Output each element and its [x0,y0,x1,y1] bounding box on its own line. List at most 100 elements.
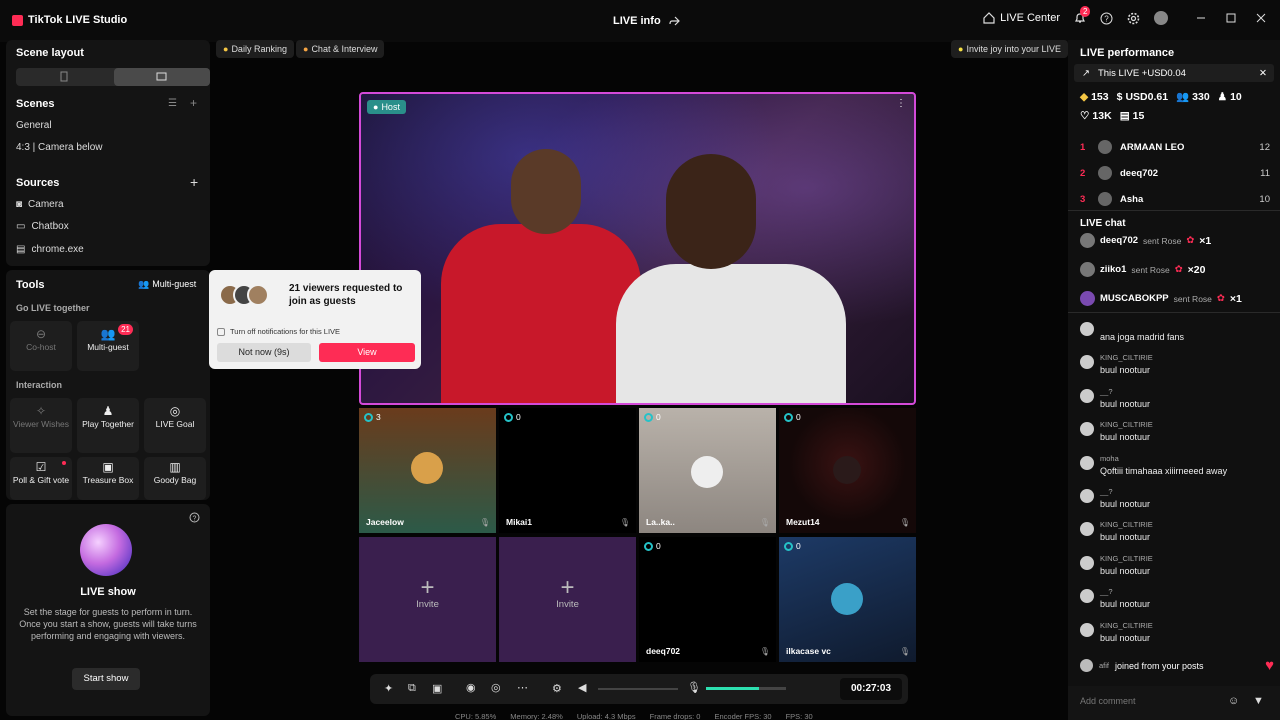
add-comment-input[interactable]: Add comment [1080,696,1136,706]
source-chatbox[interactable]: ▭ Chatbox [16,221,69,232]
landscape-option[interactable] [114,68,210,86]
mic-level-slider[interactable] [706,687,786,690]
avatar [1098,192,1112,206]
invite-slot[interactable]: + Invite [499,537,636,662]
guest-tile[interactable]: 3 Jaceelow 🎙 [359,408,496,533]
screen-icon[interactable]: ▣ [432,682,442,695]
ranking-row[interactable]: 2 deeq702 11 [1080,166,1270,180]
scenes-title: Scenes [16,98,55,110]
gear-icon[interactable] [1127,12,1140,25]
mic-icon[interactable]: 🎙 [900,647,910,656]
scene-item-general[interactable]: General [16,120,52,131]
scene-item-camera-below[interactable]: 4:3 | Camera below [16,142,103,153]
title-bar: TikTok LIVE Studio LIVE info LIVE Center… [0,0,1280,42]
emoji-icon[interactable]: ☺ [1228,695,1239,707]
avatar [1080,589,1094,604]
bell-icon[interactable]: 2 [1074,6,1091,24]
not-now-button[interactable]: Not now (9s) [217,343,311,362]
app-logo: TikTok LIVE Studio [12,14,127,26]
add-scene-icon[interactable]: + [190,96,197,110]
guest-avatar [691,456,723,488]
speaker-icon[interactable]: ◀ [578,681,586,694]
start-show-button[interactable]: Start show [72,668,140,690]
maximize-icon[interactable] [1226,13,1236,23]
goody-bag-tool[interactable]: ▥ Goody Bag [144,457,206,500]
live-info-button[interactable]: LIVE info [613,15,680,27]
guest-tile[interactable]: 0 La..ka.. 🎙 [639,408,776,533]
landscape-icon [156,72,167,81]
cohost-tool[interactable]: ⊖ Co-host [10,321,72,371]
record-icon[interactable]: ◉ [466,681,476,694]
checkbox[interactable] [217,327,225,336]
avatar[interactable] [1154,11,1168,25]
close-icon[interactable]: ✕ [1259,68,1267,79]
ranking-row[interactable]: 3 Asha 10 [1080,192,1270,206]
new-dot [62,461,66,465]
host-badge: ● Host [367,100,406,114]
help-icon[interactable]: ? [1100,12,1113,25]
right-panel: LIVE performance ↗ This LIVE +USD0.04 ✕ … [1068,40,1280,720]
chat-text: ana joga madrid fans [1100,332,1185,342]
followers-stat: 👥 330 [1176,90,1210,104]
host-video[interactable]: ● Host ⋮ [359,92,916,405]
tiktok-logo-icon [12,14,23,26]
chat-username: KING_CILTIRIE [1100,620,1153,630]
layers-icon[interactable]: ⧉ [408,682,416,695]
treasure-box-tool[interactable]: ▣ Treasure Box [77,457,139,500]
play-together-tool[interactable]: ♟ Play Together [77,398,139,453]
microphone-icon[interactable]: 🎙 [687,681,701,694]
source-camera[interactable]: ◙ Camera [16,199,64,210]
add-source-icon[interactable]: + [190,174,198,190]
daily-ranking-button[interactable]: ● Daily Ranking [216,40,294,58]
turn-off-notifications[interactable]: Turn off notifications for this LIVE [217,327,340,336]
guest-name: Mezut14 [786,517,820,527]
settings-sliders-icon[interactable]: ⚙ [552,682,562,695]
poll-gift-tool[interactable]: ☑ Poll & Gift vote [10,457,72,500]
multiguest-badge: 21 [118,324,133,335]
mic-icon[interactable]: 🎙 [480,518,490,527]
filter-icon[interactable]: ▼ [1253,695,1264,707]
more-icon[interactable]: ⋯ [517,681,528,694]
viewer-wishes-tool[interactable]: ✧ Viewer Wishes [10,398,72,453]
person-icon: ● [373,102,379,112]
guest-tile[interactable]: 0 Mezut14 🎙 [779,408,916,533]
mic-icon[interactable]: 🎙 [760,518,770,527]
mic-icon[interactable]: 🎙 [900,518,910,527]
chat-text: Qoftiii timahaaa xiiirneeed away [1100,465,1228,476]
mic-icon[interactable]: 🎙 [760,647,770,656]
live-goal-tool[interactable]: ◎ LIVE Goal [144,398,206,453]
bag-icon: ▥ [169,460,181,474]
capture-icon[interactable]: ◎ [491,681,501,694]
source-chrome[interactable]: ▤ chrome.exe [16,244,84,255]
help-icon[interactable]: ? [189,512,200,523]
chat-message: ana joga madrid fans [1080,320,1260,350]
chat-username: __? [1100,386,1113,396]
list-icon[interactable]: ☰ [168,98,177,109]
multiguest-tool[interactable]: 👥 Multi-guest 21 [77,321,139,371]
live-center-button[interactable]: LIVE Center [983,12,1060,24]
guest-avatar [833,456,861,484]
invite-joy-button[interactable]: ● Invite joy into your LIVE [951,40,1068,58]
portrait-icon[interactable] [60,71,68,82]
volume-slider[interactable] [598,688,678,690]
sources-title: Sources [16,177,60,189]
join-notice: afif joined from your posts ♥ [1080,657,1274,674]
guest-tile[interactable]: 0 Mikai1 🎙 [499,408,636,533]
more-icon[interactable]: ⋮ [896,98,906,109]
guest-tile[interactable]: 0 deeq702 🎙 [639,537,776,662]
avatar [247,284,269,306]
multi-guest-button[interactable]: 👥 Multi-guest [138,279,196,290]
guest-tile[interactable]: 0 ilkacase vc 🎙 [779,537,916,662]
avatar [1080,555,1094,570]
mic-icon[interactable]: 🎙 [620,518,630,527]
chat-interview-button[interactable]: ● Chat & Interview [296,40,385,58]
chat-icon: ▭ [16,221,26,232]
layout-toggle[interactable] [16,68,210,86]
invite-slot[interactable]: + Invite [359,537,496,662]
view-button[interactable]: View [319,343,415,362]
effects-icon[interactable]: ✦ [384,682,393,695]
guest-avatar [411,452,443,484]
ranking-row[interactable]: 1 ARMAAN LEO 12 [1080,140,1270,154]
close-icon[interactable] [1256,13,1266,23]
minimize-icon[interactable] [1196,13,1206,23]
